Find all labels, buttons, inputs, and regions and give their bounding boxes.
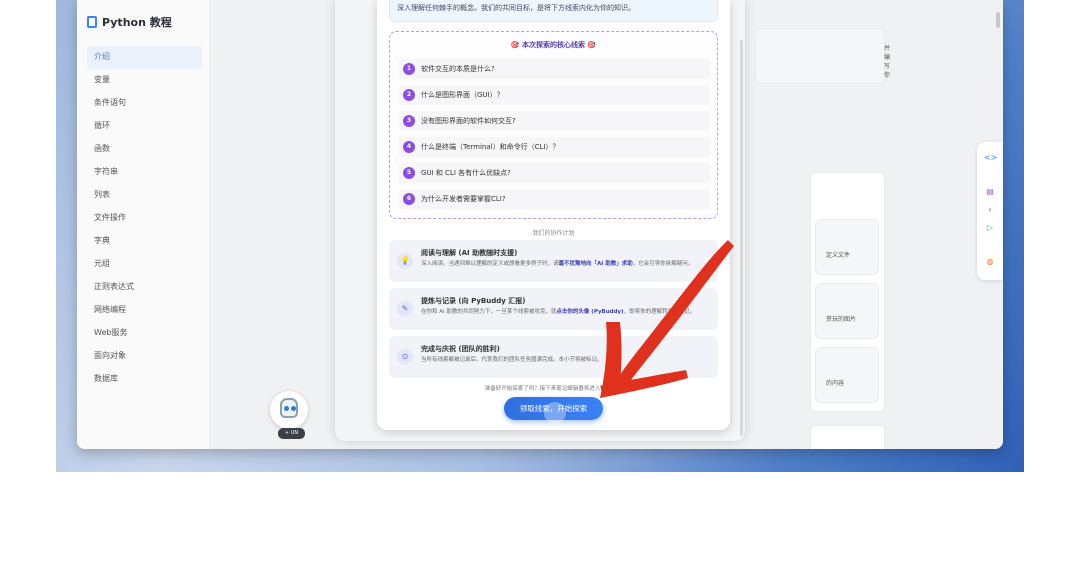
- sidebar-nav: 介绍 变量 条件语句 循环 函数 字符串 列表 文件操作 字典 元组 正则表达式…: [87, 46, 202, 391]
- check-circle-icon: ⊙: [397, 349, 413, 365]
- note-icon[interactable]: ▤: [984, 186, 996, 198]
- robot-eye: [291, 406, 296, 411]
- play-icon[interactable]: ▷: [984, 222, 996, 234]
- sidebar-item-database[interactable]: 数据库: [87, 368, 202, 391]
- clue-text: 什么是图形界面（GUI）？: [421, 91, 504, 99]
- background-text: 定义文件: [826, 252, 851, 259]
- sidebar-item-lists[interactable]: 列表: [87, 184, 202, 207]
- background-card: 并编写你: [755, 28, 890, 84]
- avatar[interactable]: [270, 391, 308, 429]
- step-title: 提炼与记录 (向 PyBuddy 汇报): [421, 297, 526, 305]
- background-card: 定义文件: [815, 219, 879, 275]
- sidebar-item-loops[interactable]: 循环: [87, 115, 202, 138]
- step-description: 深入阅读。当遇到难以理解的定义或想看更多例子时，请毫不犹豫地向「AI 助教」求助…: [421, 261, 694, 267]
- background-card: [810, 425, 885, 449]
- sidebar-item-intro[interactable]: 介绍: [87, 46, 202, 69]
- user-badge[interactable]: + UN: [278, 428, 305, 439]
- step-card: ⊙ 完成与庆祝 (团队的胜利) 当所有线索都被记录后，代表我们的团队任务圆满完成…: [389, 336, 718, 378]
- sidebar-item-file-ops[interactable]: 文件操作: [87, 207, 202, 230]
- footer-note: 准备好开始探索了吗？接下来笔记编辑器将进入待命状态: [484, 386, 623, 392]
- clue-number: 5: [403, 167, 415, 179]
- sidebar-item-networking[interactable]: 网络编程: [87, 299, 202, 322]
- edit-icon: ✎: [397, 301, 413, 317]
- clue-text: 没有图形界面的软件如何交互?: [421, 117, 516, 125]
- sidebar-item-regex[interactable]: 正则表达式: [87, 276, 202, 299]
- clue-number: 6: [403, 193, 415, 205]
- clue-text: 软件交互的本质是什么?: [421, 65, 495, 73]
- clue-text: 为什么开发者需要掌握CLI?: [421, 195, 506, 203]
- plan-label: 我们的协作计划: [532, 230, 575, 237]
- robot-eye: [284, 406, 289, 411]
- sidebar-item-tuples[interactable]: 元组: [87, 253, 202, 276]
- step-description: 当所有线索都被记录后，代表我们的团队任务圆满完成。本小节将被标记。: [421, 357, 603, 363]
- sidebar-item-oop[interactable]: 面向对象: [87, 345, 202, 368]
- sidebar-item-strings[interactable]: 字符串: [87, 161, 202, 184]
- background-text: 并编写你: [884, 45, 891, 79]
- robot-icon[interactable]: ◍: [984, 256, 996, 268]
- brand[interactable]: Python 教程: [87, 14, 172, 30]
- step-card: 💡 阅读与理解 (AI 助教随时支援) 深入阅读。当遇到难以理解的定义或想看更多…: [389, 240, 718, 282]
- brand-title: Python 教程: [102, 16, 172, 29]
- sidebar: Python 教程 介绍 变量 条件语句 循环 函数 字符串 列表 文件操作 字…: [77, 0, 210, 449]
- clue-number: 1: [403, 63, 415, 75]
- clue-item: 1 软件交互的本质是什么?: [399, 59, 710, 79]
- page-scrollbar-thumb[interactable]: [996, 12, 1000, 28]
- background-card: 的内容: [815, 347, 879, 403]
- step-title: 完成与庆祝 (团队的胜利): [421, 345, 500, 353]
- clue-text: 什么是终端（Terminal）和命令行（CLI）？: [421, 143, 560, 151]
- background-panel: 定义文件 赏玩的图片 的内容: [810, 172, 885, 412]
- desktop-background: Python 教程 介绍 变量 条件语句 循环 函数 字符串 列表 文件操作 字…: [56, 0, 1024, 472]
- clue-number: 2: [403, 89, 415, 101]
- clue-item: 6 为什么开发者需要掌握CLI?: [399, 189, 710, 209]
- modal-scrollbar[interactable]: [740, 40, 743, 436]
- clues-title: 🎯 本次探索的核心线索 🎯: [510, 41, 597, 49]
- code-icon[interactable]: <>: [984, 152, 997, 164]
- clue-number: 3: [403, 115, 415, 127]
- app-window: Python 教程 介绍 变量 条件语句 循环 函数 字符串 列表 文件操作 字…: [77, 0, 1003, 449]
- lightbulb-icon: 💡: [397, 253, 413, 269]
- background-card: 赏玩的图片: [815, 283, 879, 339]
- background-text: 赏玩的图片: [826, 316, 857, 323]
- sidebar-item-conditionals[interactable]: 条件语句: [87, 92, 202, 115]
- sidebar-item-dicts[interactable]: 字典: [87, 230, 202, 253]
- clue-item: 5 GUI 和 CLI 各有什么优缺点?: [399, 163, 710, 183]
- sidebar-item-web-services[interactable]: Web服务: [87, 322, 202, 345]
- click-indicator: [544, 402, 566, 424]
- exploration-modal: 深入理解任何棘手的概念。我们的共同目标，是将下方线索内化为你的知识。 🎯 本次探…: [377, 0, 730, 430]
- clue-item: 4 什么是终端（Terminal）和命令行（CLI）？: [399, 137, 710, 157]
- clue-item: 3 没有图形界面的软件如何交互?: [399, 111, 710, 131]
- clue-text: GUI 和 CLI 各有什么优缺点?: [421, 169, 511, 177]
- step-description: 在你和 AI 助教的共同努力下，一旦某个线索被攻克，就点击你的头像 (PyBud…: [421, 309, 696, 315]
- clue-number: 4: [403, 141, 415, 153]
- modal-intro: 深入理解任何棘手的概念。我们的共同目标，是将下方线索内化为你的知识。: [389, 0, 718, 22]
- clue-item: 2 什么是图形界面（GUI）？: [399, 85, 710, 105]
- book-icon: [87, 16, 97, 28]
- step-card: ✎ 提炼与记录 (向 PyBuddy 汇报) 在你和 AI 助教的共同努力下，一…: [389, 288, 718, 330]
- sidebar-item-variables[interactable]: 变量: [87, 69, 202, 92]
- sidebar-item-functions[interactable]: 函数: [87, 138, 202, 161]
- robot-icon: [280, 398, 298, 418]
- background-text: 的内容: [826, 380, 845, 387]
- right-toolbar: <> ▤ ‹ ▷ ◍: [977, 142, 1003, 280]
- clues-box: 🎯 本次探索的核心线索 🎯 1 软件交互的本质是什么? 2 什么是图形界面（GU…: [389, 31, 718, 219]
- step-title: 阅读与理解 (AI 助教随时支援): [421, 249, 518, 257]
- chevron-left-icon[interactable]: ‹: [984, 204, 996, 216]
